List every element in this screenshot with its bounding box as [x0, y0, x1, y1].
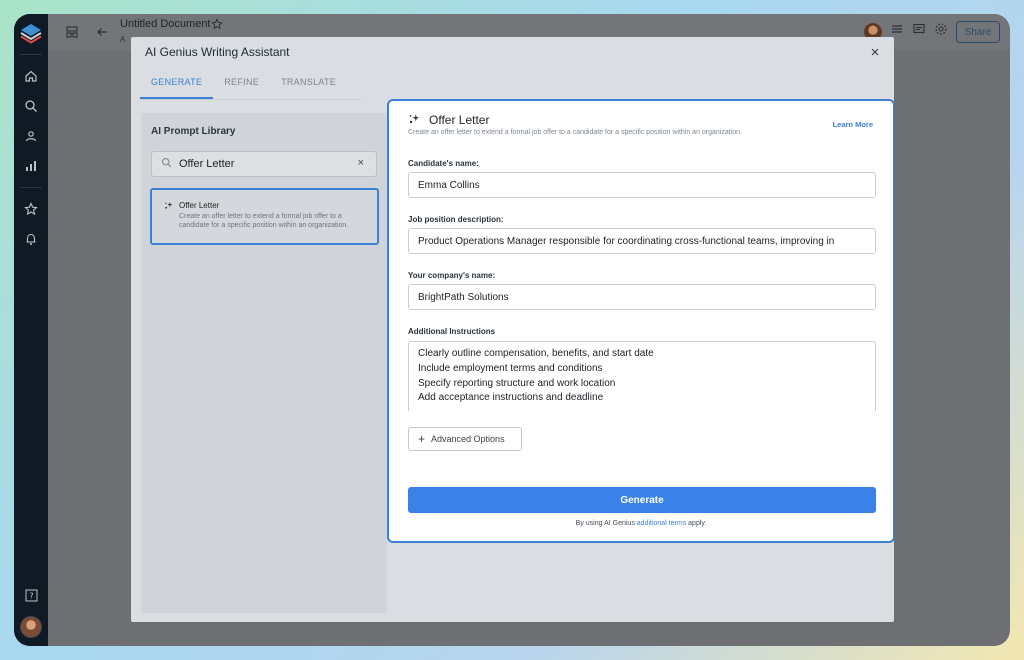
advanced-options-label: Advanced Options — [431, 434, 505, 444]
tab-generate[interactable]: GENERATE — [140, 77, 214, 99]
additional-instructions-label: Additional Instructions — [408, 327, 496, 336]
tabs-divider — [140, 99, 361, 100]
prompt-item-description: Create an offer letter to extend a forma… — [179, 213, 349, 229]
team-icon[interactable] — [20, 125, 42, 147]
additional-terms-link[interactable]: additional terms — [637, 520, 686, 527]
sparkle-icon — [164, 201, 173, 212]
back-arrow-icon[interactable] — [92, 22, 112, 42]
plus-icon: + — [418, 432, 426, 446]
instruction-line: Include employment terms and conditions — [418, 362, 603, 374]
comment-icon[interactable] — [912, 22, 926, 41]
company-name-label: Your company's name: — [408, 271, 496, 280]
prompt-library-title: AI Prompt Library — [151, 126, 236, 137]
prompt-library-panel: AI Prompt Library × Offer Letter Create … — [141, 113, 387, 613]
app-logo-icon[interactable] — [19, 22, 43, 44]
terms-notice: By using AI Genius additional terms appl… — [389, 520, 893, 527]
home-icon[interactable] — [20, 65, 42, 87]
instruction-line: Clearly outline compensation, benefits, … — [418, 348, 654, 359]
terms-prefix: By using AI Genius — [575, 520, 635, 527]
instruction-line: Specify reporting structure and work loc… — [418, 377, 616, 389]
prompt-item-offer-letter[interactable]: Offer Letter Create an offer letter to e… — [150, 188, 379, 245]
modal-header: AI Genius Writing Assistant × — [131, 37, 894, 67]
library-search-box: × — [151, 151, 377, 177]
favorite-star-icon[interactable] — [211, 17, 223, 35]
modal-tabs: GENERATE REFINE TRANSLATE — [140, 77, 347, 99]
search-icon — [161, 157, 173, 171]
prompt-item-title: Offer Letter — [179, 201, 220, 210]
offer-letter-form: Offer Letter Create an offer letter to e… — [387, 99, 894, 543]
help-icon[interactable]: ? — [20, 584, 42, 606]
candidate-name-label: Candidate's name: — [408, 159, 479, 168]
analytics-icon[interactable] — [20, 155, 42, 177]
learn-more-link[interactable]: Learn More — [833, 120, 873, 129]
candidate-name-field[interactable]: Emma Collins — [408, 172, 876, 198]
form-description: Create an offer letter to extend a forma… — [408, 129, 742, 136]
star-icon[interactable] — [20, 198, 42, 220]
generate-button[interactable]: Generate — [408, 487, 876, 513]
ai-writing-assistant-modal: AI Genius Writing Assistant × GENERATE R… — [131, 37, 894, 622]
library-search-input[interactable] — [179, 158, 349, 170]
tab-translate[interactable]: TRANSLATE — [270, 77, 347, 99]
app-frame: ? Untitled Document A Share AI Genius Wr… — [14, 14, 1010, 646]
nav-divider — [20, 54, 42, 55]
sparkle-icon — [408, 113, 420, 128]
terms-suffix: apply. — [688, 520, 707, 527]
settings-gear-icon[interactable] — [934, 22, 948, 41]
company-name-field[interactable]: BrightPath Solutions — [408, 284, 876, 310]
nav-divider — [20, 187, 42, 188]
advanced-options-button[interactable]: + Advanced Options — [408, 427, 522, 451]
job-description-field[interactable]: Product Operations Manager responsible f… — [408, 228, 876, 254]
search-icon[interactable] — [20, 95, 42, 117]
bell-icon[interactable] — [20, 228, 42, 250]
form-title: Offer Letter — [429, 113, 490, 127]
document-subtitle: A — [120, 35, 126, 44]
svg-text:?: ? — [29, 591, 33, 600]
additional-instructions-field[interactable]: Clearly outline compensation, benefits, … — [408, 341, 876, 411]
instruction-line: Add acceptance instructions and deadline — [418, 392, 604, 404]
share-button[interactable]: Share — [956, 21, 1000, 43]
clear-search-icon[interactable]: × — [358, 157, 364, 169]
document-title[interactable]: Untitled Document — [120, 18, 211, 30]
job-description-label: Job position description: — [408, 215, 504, 224]
user-avatar[interactable] — [20, 616, 42, 638]
close-icon[interactable]: × — [866, 43, 884, 61]
modal-title: AI Genius Writing Assistant — [145, 45, 290, 59]
tab-refine[interactable]: REFINE — [213, 77, 270, 99]
layout-icon[interactable] — [62, 22, 82, 42]
left-nav: ? — [14, 14, 48, 646]
